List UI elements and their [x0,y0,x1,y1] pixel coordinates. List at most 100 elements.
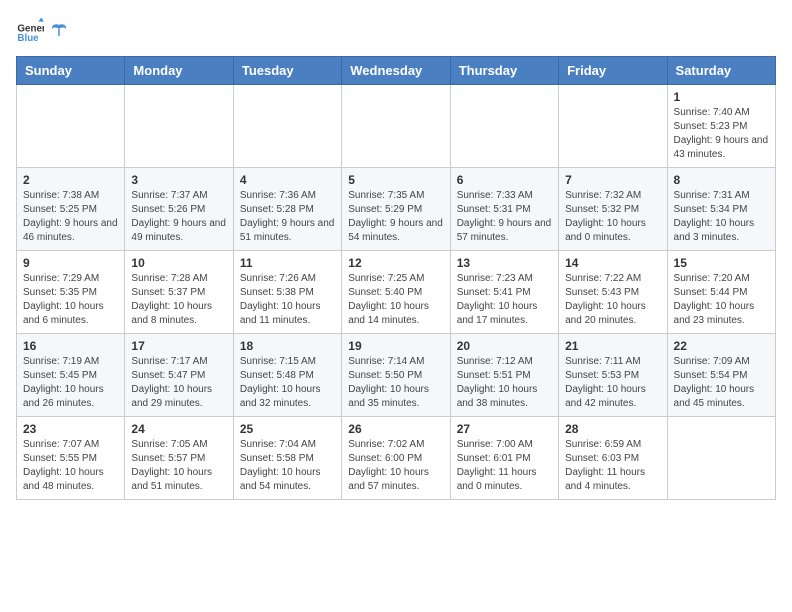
calendar-cell: 8 Sunrise: 7:31 AM Sunset: 5:34 PM Daylig… [667,168,775,251]
calendar-cell: 7 Sunrise: 7:32 AM Sunset: 5:32 PM Daylig… [559,168,667,251]
day-number: 13 [457,256,552,270]
day-number: 21 [565,339,660,353]
day-of-week-header: Thursday [450,57,558,85]
calendar-cell [667,417,775,500]
calendar-cell: 24 Sunrise: 7:05 AM Sunset: 5:57 PM Dayli… [125,417,233,500]
day-info: Sunrise: 7:02 AM Sunset: 6:00 PM Dayligh… [348,439,429,492]
day-number: 19 [348,339,443,353]
day-number: 8 [674,173,769,187]
day-number: 25 [240,422,335,436]
day-number: 23 [23,422,118,436]
day-number: 1 [674,90,769,104]
day-number: 7 [565,173,660,187]
calendar-cell: 11 Sunrise: 7:26 AM Sunset: 5:38 PM Dayli… [233,251,341,334]
day-of-week-header: Sunday [17,57,125,85]
day-number: 15 [674,256,769,270]
calendar-cell [559,85,667,168]
calendar-cell: 1Sunrise: 7:40 AM Sunset: 5:23 PM Daylig… [667,85,775,168]
day-info: Sunrise: 7:14 AM Sunset: 5:50 PM Dayligh… [348,356,429,409]
day-info: Sunrise: 7:36 AM Sunset: 5:28 PM Dayligh… [240,190,335,243]
calendar-cell [17,85,125,168]
day-of-week-header: Friday [559,57,667,85]
day-info: Sunrise: 7:33 AM Sunset: 5:31 PM Dayligh… [457,190,552,243]
calendar-week-row: 1Sunrise: 7:40 AM Sunset: 5:23 PM Daylig… [17,85,776,168]
calendar-cell: 17 Sunrise: 7:17 AM Sunset: 5:47 PM Dayli… [125,334,233,417]
day-number: 2 [23,173,118,187]
day-info: Sunrise: 7:12 AM Sunset: 5:51 PM Dayligh… [457,356,538,409]
day-info: Sunrise: 7:00 AM Sunset: 6:01 PM Dayligh… [457,439,537,492]
day-info: Sunrise: 7:04 AM Sunset: 5:58 PM Dayligh… [240,439,321,492]
day-number: 11 [240,256,335,270]
day-info: Sunrise: 7:22 AM Sunset: 5:43 PM Dayligh… [565,273,646,326]
calendar-cell [233,85,341,168]
day-number: 18 [240,339,335,353]
calendar-cell [125,85,233,168]
calendar-cell: 13 Sunrise: 7:23 AM Sunset: 5:41 PM Dayli… [450,251,558,334]
calendar-week-row: 9 Sunrise: 7:29 AM Sunset: 5:35 PM Daylig… [17,251,776,334]
day-number: 24 [131,422,226,436]
svg-text:Blue: Blue [17,33,39,44]
calendar-week-row: 16Sunrise: 7:19 AM Sunset: 5:45 PM Dayli… [17,334,776,417]
day-number: 20 [457,339,552,353]
day-number: 12 [348,256,443,270]
day-info: Sunrise: 7:28 AM Sunset: 5:37 PM Dayligh… [131,273,212,326]
calendar-cell: 12 Sunrise: 7:25 AM Sunset: 5:40 PM Dayli… [342,251,450,334]
calendar-cell: 23 Sunrise: 7:07 AM Sunset: 5:55 PM Dayli… [17,417,125,500]
calendar-cell: 20 Sunrise: 7:12 AM Sunset: 5:51 PM Dayli… [450,334,558,417]
calendar-cell: 18 Sunrise: 7:15 AM Sunset: 5:48 PM Dayli… [233,334,341,417]
logo: General Blue [16,16,68,44]
page-header: General Blue [16,16,776,44]
day-info: Sunrise: 7:20 AM Sunset: 5:44 PM Dayligh… [674,273,755,326]
calendar-cell: 3 Sunrise: 7:37 AM Sunset: 5:26 PM Daylig… [125,168,233,251]
calendar-cell: 19 Sunrise: 7:14 AM Sunset: 5:50 PM Dayli… [342,334,450,417]
day-number: 9 [23,256,118,270]
day-number: 22 [674,339,769,353]
day-info: Sunrise: 7:11 AM Sunset: 5:53 PM Dayligh… [565,356,646,409]
day-number: 6 [457,173,552,187]
calendar-body: 1Sunrise: 7:40 AM Sunset: 5:23 PM Daylig… [17,85,776,500]
day-info: Sunrise: 7:15 AM Sunset: 5:48 PM Dayligh… [240,356,321,409]
days-of-week-row: SundayMondayTuesdayWednesdayThursdayFrid… [17,57,776,85]
day-of-week-header: Saturday [667,57,775,85]
day-of-week-header: Tuesday [233,57,341,85]
day-info: Sunrise: 7:35 AM Sunset: 5:29 PM Dayligh… [348,190,443,243]
day-info: Sunrise: 7:31 AM Sunset: 5:34 PM Dayligh… [674,190,755,243]
day-number: 28 [565,422,660,436]
day-info: Sunrise: 7:07 AM Sunset: 5:55 PM Dayligh… [23,439,104,492]
logo-bird-icon [50,22,68,40]
day-info: Sunrise: 7:09 AM Sunset: 5:54 PM Dayligh… [674,356,755,409]
day-number: 17 [131,339,226,353]
day-number: 3 [131,173,226,187]
day-of-week-header: Wednesday [342,57,450,85]
day-info: Sunrise: 7:26 AM Sunset: 5:38 PM Dayligh… [240,273,321,326]
calendar-cell: 14Sunrise: 7:22 AM Sunset: 5:43 PM Dayli… [559,251,667,334]
calendar-cell: 16Sunrise: 7:19 AM Sunset: 5:45 PM Dayli… [17,334,125,417]
day-info: Sunrise: 7:23 AM Sunset: 5:41 PM Dayligh… [457,273,538,326]
day-number: 5 [348,173,443,187]
calendar-cell: 22 Sunrise: 7:09 AM Sunset: 5:54 PM Dayli… [667,334,775,417]
day-info: Sunrise: 7:38 AM Sunset: 5:25 PM Dayligh… [23,190,118,243]
calendar-cell: 2 Sunrise: 7:38 AM Sunset: 5:25 PM Daylig… [17,168,125,251]
calendar-week-row: 23 Sunrise: 7:07 AM Sunset: 5:55 PM Dayli… [17,417,776,500]
day-info: Sunrise: 7:05 AM Sunset: 5:57 PM Dayligh… [131,439,212,492]
calendar-cell: 27Sunrise: 7:00 AM Sunset: 6:01 PM Dayli… [450,417,558,500]
calendar-cell: 25 Sunrise: 7:04 AM Sunset: 5:58 PM Dayli… [233,417,341,500]
day-info: Sunrise: 7:32 AM Sunset: 5:32 PM Dayligh… [565,190,646,243]
logo-icon: General Blue [16,16,44,44]
day-info: Sunrise: 7:25 AM Sunset: 5:40 PM Dayligh… [348,273,429,326]
day-number: 26 [348,422,443,436]
calendar-table: SundayMondayTuesdayWednesdayThursdayFrid… [16,56,776,500]
calendar-cell: 26 Sunrise: 7:02 AM Sunset: 6:00 PM Dayli… [342,417,450,500]
calendar-cell [342,85,450,168]
calendar-cell: 15 Sunrise: 7:20 AM Sunset: 5:44 PM Dayli… [667,251,775,334]
calendar-cell: 5 Sunrise: 7:35 AM Sunset: 5:29 PM Daylig… [342,168,450,251]
day-info: Sunrise: 7:37 AM Sunset: 5:26 PM Dayligh… [131,190,226,243]
day-of-week-header: Monday [125,57,233,85]
day-number: 4 [240,173,335,187]
day-info: Sunrise: 7:17 AM Sunset: 5:47 PM Dayligh… [131,356,212,409]
day-info: Sunrise: 6:59 AM Sunset: 6:03 PM Dayligh… [565,439,645,492]
calendar-cell: 28 Sunrise: 6:59 AM Sunset: 6:03 PM Dayli… [559,417,667,500]
day-info: Sunrise: 7:29 AM Sunset: 5:35 PM Dayligh… [23,273,104,326]
day-number: 16 [23,339,118,353]
calendar-cell: 4 Sunrise: 7:36 AM Sunset: 5:28 PM Daylig… [233,168,341,251]
